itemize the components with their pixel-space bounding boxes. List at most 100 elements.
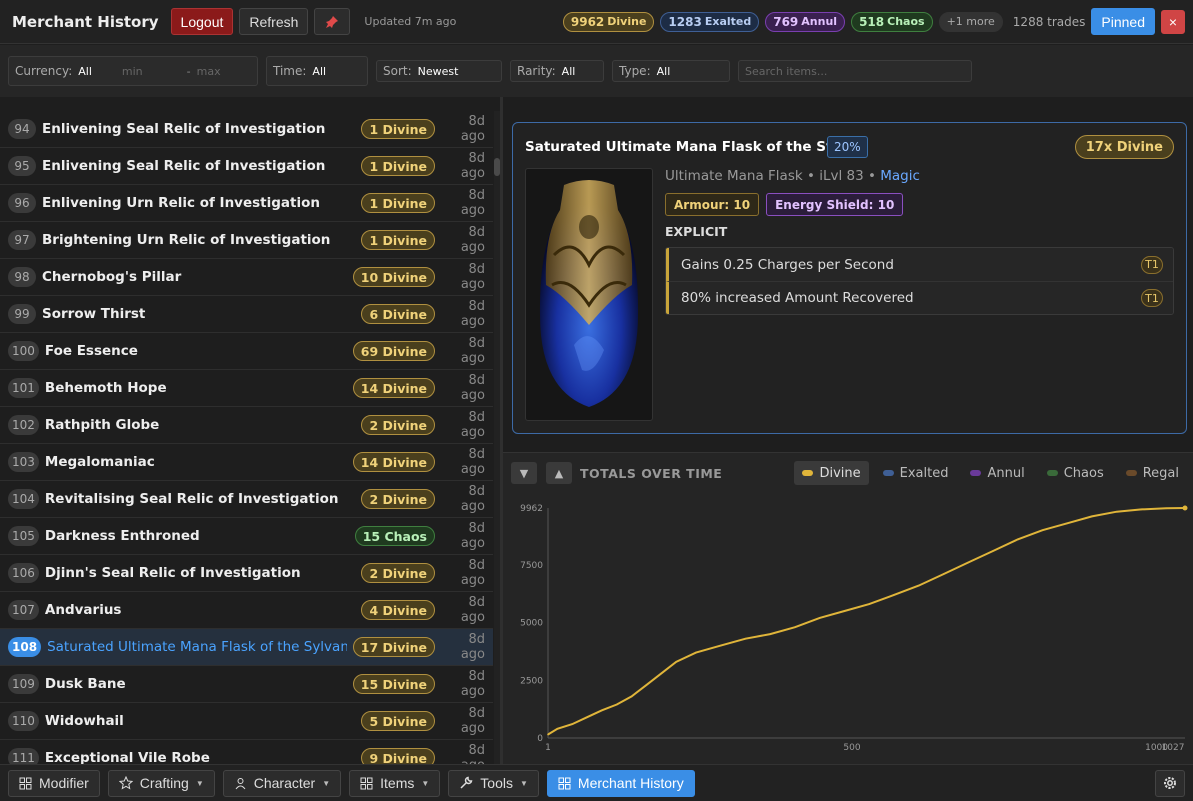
exalted-total-count: 1283 (668, 14, 702, 29)
pin-button[interactable] (314, 8, 351, 35)
trade-item-name: Widowhail (44, 713, 124, 729)
max-input[interactable]: max (197, 65, 221, 78)
tab-label: Character (253, 775, 316, 791)
y-tick-label: 7500 (520, 561, 543, 571)
trade-index: 106 (8, 563, 39, 583)
explicit-mod: Gains 0.25 Charges per Second T1 (666, 248, 1173, 281)
legend-label: Exalted (899, 465, 949, 481)
trade-row[interactable]: 109 Dusk Bane 15 Divine 8d ago (0, 666, 493, 703)
legend-toggle-annul[interactable]: Annul (962, 461, 1032, 485)
exalted-total-label: Exalted (704, 15, 752, 28)
settings-button[interactable] (1155, 769, 1185, 797)
trade-price-badge: 1 Divine (361, 156, 435, 176)
trade-index: 104 (8, 489, 39, 509)
divine-data-point (893, 594, 895, 596)
trade-time: 8d ago (460, 558, 485, 588)
pin-icon (326, 15, 339, 28)
trade-row[interactable]: 96 Enlivening Urn Relic of Investigation 1… (0, 185, 493, 222)
divine-data-point (917, 584, 920, 587)
divine-data-point (744, 637, 747, 640)
type-filter[interactable]: Type: All (612, 60, 730, 82)
item-properties: Armour: 10 Energy Shield: 10 (665, 193, 904, 216)
collapse-down-button[interactable]: ▼ (511, 462, 537, 484)
trade-index: 105 (8, 526, 39, 546)
trade-row[interactable]: 100 Foe Essence 69 Divine 8d ago (0, 333, 493, 370)
page-title: Merchant History (12, 12, 159, 31)
trade-row[interactable]: 104 Revitalising Seal Relic of Investigat… (0, 481, 493, 518)
trade-row[interactable]: 108 Saturated Ultimate Mana Flask of the … (0, 629, 493, 666)
trade-row[interactable]: 103 Megalomaniac 14 Divine 8d ago (0, 444, 493, 481)
trade-item-name: Saturated Ultimate Mana Flask of the Syl… (47, 639, 347, 655)
chevron-down-icon: ▼ (195, 778, 204, 788)
trade-row[interactable]: 101 Behemoth Hope 14 Divine 8d ago (0, 370, 493, 407)
trade-row[interactable]: 98 Chernobog's Pillar 10 Divine 8d ago (0, 259, 493, 296)
explicit-heading: EXPLICIT (665, 224, 728, 239)
time-filter[interactable]: Time: All (266, 56, 368, 86)
trade-row[interactable]: 99 Sorrow Thirst 6 Divine 8d ago (0, 296, 493, 333)
pinned-button[interactable]: Pinned (1091, 8, 1155, 35)
trade-time: 8d ago (460, 669, 485, 699)
trade-time: 8d ago (460, 299, 485, 329)
refresh-button[interactable]: Refresh (239, 8, 309, 35)
sort-filter[interactable]: Sort: Newest (376, 60, 502, 82)
trade-row[interactable]: 97 Brightening Urn Relic of Investigation… (0, 222, 493, 259)
divine-total-count: 9962 (570, 14, 605, 29)
logout-button[interactable]: Logout (170, 8, 234, 35)
min-input[interactable]: min (122, 65, 143, 78)
trade-row[interactable]: 105 Darkness Enthroned 15 Chaos 8d ago (0, 518, 493, 555)
trade-time: 8d ago (460, 484, 485, 514)
legend-toggle-divine[interactable]: Divine (794, 461, 869, 485)
item-detail-card: Saturated Ultimate Mana Flask of the Syl… (512, 122, 1187, 434)
trade-row[interactable]: 107 Andvarius 4 Divine 8d ago (0, 592, 493, 629)
search-input[interactable]: Search items... (738, 60, 972, 82)
trades-count: 1288 trades (1012, 14, 1086, 29)
trade-price-badge: 14 Divine (352, 452, 435, 472)
trade-row[interactable]: 94 Enlivening Seal Relic of Investigation… (0, 111, 493, 148)
legend-toggle-chaos[interactable]: Chaos (1039, 461, 1112, 485)
item-base-type: Ultimate Mana Flask (665, 168, 803, 184)
graph-legend: Divine Exalted Annul Chaos Regal (794, 461, 1187, 485)
trade-row[interactable]: 111 Exceptional Vile Robe 9 Divine 8d ago (0, 740, 493, 764)
close-button[interactable]: × (1161, 9, 1185, 34)
currency-filter[interactable]: Currency: All min - max (8, 56, 258, 86)
trade-row[interactable]: 102 Rathpith Globe 2 Divine 8d ago (0, 407, 493, 444)
tab-items[interactable]: Items ▼ (349, 769, 441, 797)
tab-crafting[interactable]: Crafting ▼ (107, 769, 215, 797)
tab-modifier[interactable]: Modifier (8, 769, 100, 797)
legend-toggle-exalted[interactable]: Exalted (875, 461, 957, 485)
divine-data-point (601, 709, 603, 712)
mod-text: 80% increased Amount Recovered (681, 290, 914, 306)
trade-price-badge: 69 Divine (352, 341, 435, 361)
chevron-down-icon: ▼ (519, 778, 528, 788)
legend-swatch (970, 470, 982, 476)
mod-tier-badge: T1 (1141, 255, 1163, 274)
legend-label: Chaos (1063, 465, 1104, 481)
search-placeholder: Search items... (745, 64, 828, 78)
item-name: Saturated Ultimate Mana Flask of the Syl… (525, 139, 867, 155)
divine-series-line (547, 507, 1186, 736)
range-dash: - (186, 64, 191, 78)
divine-data-point (868, 603, 871, 605)
expand-up-button[interactable]: ▲ (546, 462, 572, 484)
more-currencies-chip[interactable]: +1 more (938, 11, 1003, 32)
trade-row[interactable]: 106 Djinn's Seal Relic of Investigation 2 … (0, 555, 493, 592)
divine-data-point (1165, 507, 1167, 510)
bottom-nav: Modifier Crafting ▼ Character ▼ Items ▼ Tools ▼ M… (0, 764, 1193, 801)
legend-toggle-regal[interactable]: Regal (1118, 461, 1187, 485)
tab-tools[interactable]: Tools ▼ (448, 769, 539, 797)
trade-row[interactable]: 95 Enlivening Seal Relic of Investigation… (0, 148, 493, 185)
mod-text: Gains 0.25 Charges per Second (681, 256, 894, 273)
trade-time: 8d ago (460, 225, 485, 255)
divine-data-point (1016, 538, 1019, 541)
rarity-filter-value: All (561, 64, 576, 78)
trade-time: 8d ago (460, 410, 485, 440)
rarity-filter[interactable]: Rarity: All (510, 60, 604, 82)
divine-data-point (719, 644, 722, 647)
armour-badge: Armour: 10 (665, 193, 760, 216)
tab-character[interactable]: Character ▼ (222, 769, 342, 797)
star-icon (118, 776, 133, 790)
trade-price-badge: 17 Divine (352, 637, 435, 657)
tab-merchant-history[interactable]: Merchant History (546, 769, 695, 797)
trade-row[interactable]: 110 Widowhail 5 Divine 8d ago (0, 703, 493, 740)
trade-index: 101 (8, 378, 39, 398)
